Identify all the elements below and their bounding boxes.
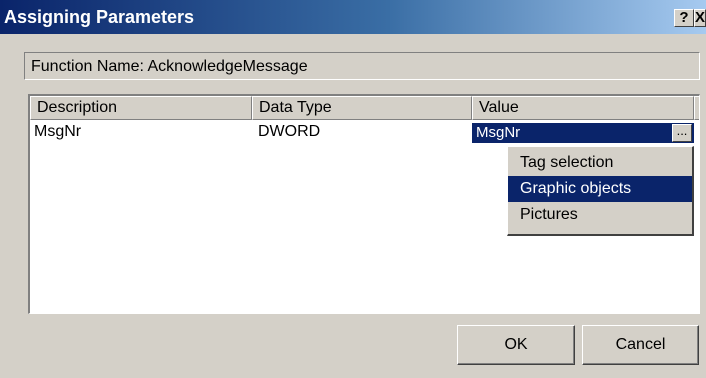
cell-value-editor[interactable]: MsgNr ...	[472, 123, 694, 143]
menu-item-pictures[interactable]: Pictures	[508, 202, 692, 228]
ok-button[interactable]: OK	[457, 325, 575, 365]
title-bar: Assigning Parameters ? X	[0, 0, 706, 34]
column-header-data-type[interactable]: Data Type	[252, 96, 472, 120]
browse-button[interactable]: ...	[672, 124, 692, 142]
cell-description[interactable]: MsgNr	[34, 123, 81, 141]
value-context-menu: Tag selection Graphic objects Pictures	[507, 146, 694, 236]
function-name-label: Function Name: AcknowledgeMessage	[31, 58, 308, 75]
menu-item-graphic-objects[interactable]: Graphic objects	[508, 176, 692, 202]
column-header-filler	[694, 96, 699, 120]
cell-value-text[interactable]: MsgNr	[476, 124, 520, 141]
column-header-description[interactable]: Description	[30, 96, 252, 120]
menu-item-tag-selection[interactable]: Tag selection	[508, 150, 692, 176]
cancel-button[interactable]: Cancel	[582, 325, 699, 365]
column-header-value[interactable]: Value	[472, 96, 694, 120]
cell-data-type[interactable]: DWORD	[258, 123, 320, 141]
help-button[interactable]: ?	[674, 9, 694, 27]
close-button[interactable]: X	[694, 9, 706, 27]
function-name-group: Function Name: AcknowledgeMessage	[24, 52, 700, 80]
window-title: Assigning Parameters	[4, 7, 195, 27]
